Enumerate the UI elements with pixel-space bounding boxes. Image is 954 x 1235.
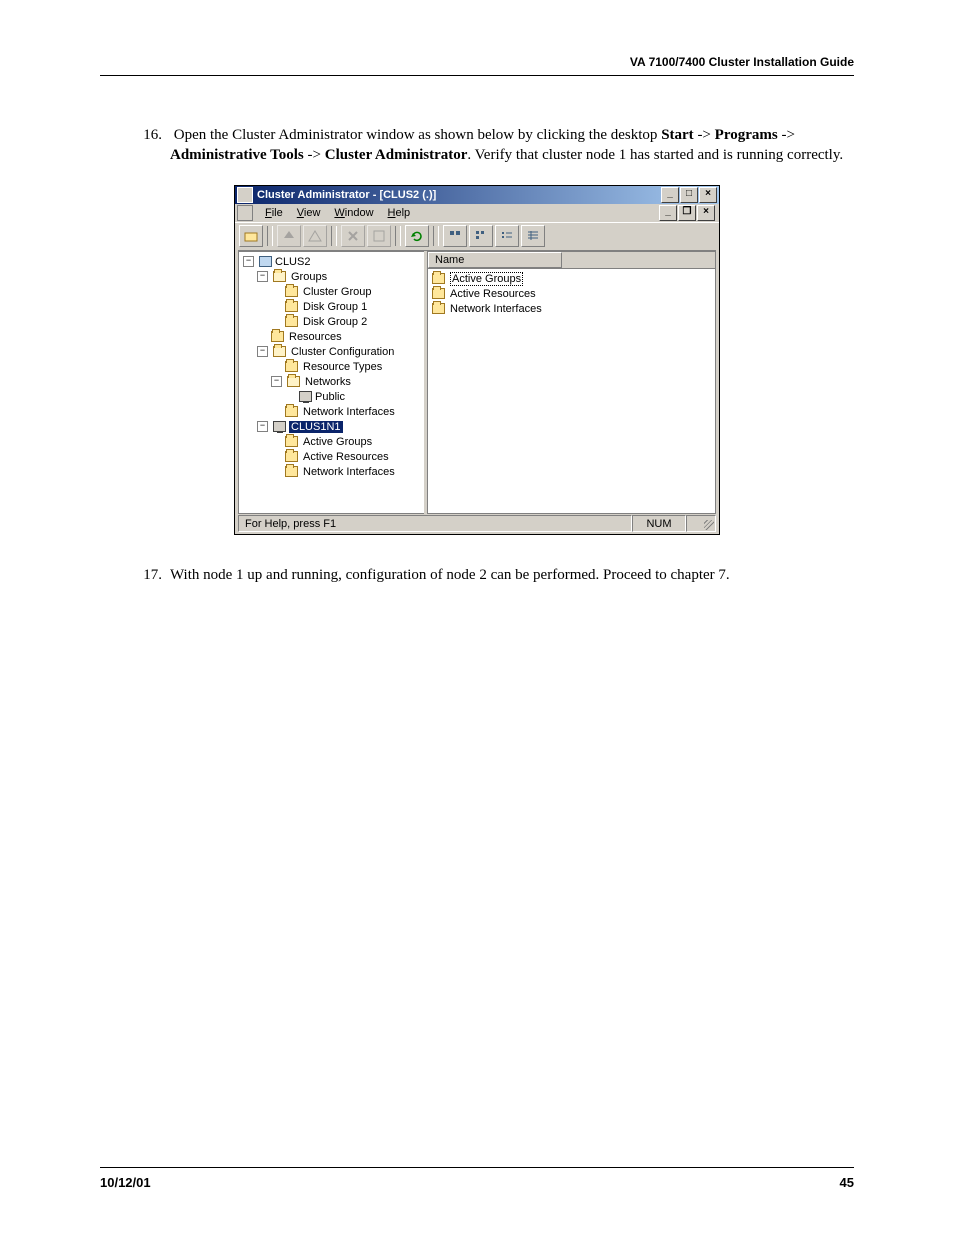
tool-small-icons-icon[interactable] <box>469 225 493 247</box>
kw-clusteradmin: Cluster Administrator <box>325 147 468 163</box>
kw-programs: Programs <box>715 127 778 143</box>
tree-disk-group-2[interactable]: Disk Group 2 <box>271 314 422 329</box>
tool-refresh-icon[interactable] <box>405 225 429 247</box>
tree-node-net-if[interactable]: Network Interfaces <box>271 464 422 479</box>
toolbar-separator <box>331 226 337 246</box>
menu-window[interactable]: Window <box>328 206 379 220</box>
folder-icon <box>285 361 298 372</box>
step-16: 16. Open the Cluster Administrator windo… <box>130 125 854 166</box>
tool-list-icon[interactable] <box>495 225 519 247</box>
col-name[interactable]: Name <box>428 252 562 268</box>
folder-open-icon <box>273 271 286 282</box>
step-number: 16. <box>130 125 162 145</box>
folder-icon <box>271 331 284 342</box>
folder-icon <box>432 273 445 284</box>
step-number: 17. <box>130 565 162 585</box>
tree-active-groups[interactable]: Active Groups <box>271 434 422 449</box>
group-icon <box>285 301 298 312</box>
tool-up-icon[interactable] <box>277 225 301 247</box>
tool-info-icon[interactable] <box>303 225 327 247</box>
mdi-close-button[interactable]: × <box>697 205 715 221</box>
footer-date: 10/12/01 <box>100 1175 151 1190</box>
footer-page: 45 <box>840 1175 854 1190</box>
tool-properties-icon[interactable] <box>367 225 391 247</box>
kw-start: Start <box>661 127 694 143</box>
tree-disk-group-1[interactable]: Disk Group 1 <box>271 299 422 314</box>
folder-icon <box>432 303 445 314</box>
maximize-button[interactable]: □ <box>680 187 698 203</box>
tree-public[interactable]: Public <box>285 389 422 404</box>
tool-open-icon[interactable] <box>239 225 263 247</box>
cluster-icon <box>259 256 272 267</box>
menubar: File View Window Help _ ❐ × <box>235 204 719 222</box>
folder-icon <box>285 466 298 477</box>
network-icon <box>299 391 312 402</box>
toolbar <box>235 222 719 249</box>
status-num: NUM <box>632 515 686 532</box>
group-icon <box>285 286 298 297</box>
mdi-icon[interactable] <box>237 205 253 221</box>
step-17-text: With node 1 up and running, configuratio… <box>170 567 730 583</box>
tree-node-clus1n1[interactable]: − CLUS1N1 <box>257 419 422 434</box>
kw-admintools: Administrative Tools <box>170 147 304 163</box>
header-rule <box>100 75 854 76</box>
folder-open-icon <box>287 376 300 387</box>
tree-net-interfaces[interactable]: Network Interfaces <box>271 404 422 419</box>
collapse-icon[interactable]: − <box>257 346 268 357</box>
close-button[interactable]: × <box>699 187 717 203</box>
tool-delete-icon[interactable] <box>341 225 365 247</box>
resize-grip-icon[interactable] <box>686 515 716 532</box>
titlebar[interactable]: Cluster Administrator - [CLUS2 (.)] _ □ … <box>235 186 719 204</box>
window-title: Cluster Administrator - [CLUS2 (.)] <box>257 189 661 201</box>
list-body: Active Groups Active Resources Network I… <box>428 269 715 513</box>
list-item[interactable]: Active Groups <box>432 271 711 286</box>
group-icon <box>285 316 298 327</box>
collapse-icon[interactable]: − <box>257 421 268 432</box>
tree-root[interactable]: − CLUS2 <box>243 254 422 269</box>
menu-file[interactable]: File <box>259 206 289 220</box>
list-item[interactable]: Active Resources <box>432 286 711 301</box>
tree-cluster-config[interactable]: − Cluster Configuration <box>257 344 422 359</box>
statusbar: For Help, press F1 NUM <box>238 515 716 532</box>
list-header[interactable]: Name <box>428 252 715 269</box>
tree-resources[interactable]: Resources <box>257 329 422 344</box>
list-item[interactable]: Network Interfaces <box>432 301 711 316</box>
step-16-text-1: Open the Cluster Administrator window as… <box>174 127 661 143</box>
mdi-restore-button[interactable]: ❐ <box>678 205 696 221</box>
folder-icon <box>432 288 445 299</box>
mdi-minimize-button[interactable]: _ <box>659 205 677 221</box>
status-text: For Help, press F1 <box>238 515 632 532</box>
tool-large-icons-icon[interactable] <box>443 225 467 247</box>
tree-cluster-group[interactable]: Cluster Group <box>271 284 422 299</box>
menu-help[interactable]: Help <box>382 206 417 220</box>
collapse-icon[interactable]: − <box>257 271 268 282</box>
cluster-admin-window: Cluster Administrator - [CLUS2 (.)] _ □ … <box>234 185 720 535</box>
tool-details-icon[interactable] <box>521 225 545 247</box>
folder-icon <box>285 436 298 447</box>
tree-active-resources[interactable]: Active Resources <box>271 449 422 464</box>
tree-networks[interactable]: − Networks <box>271 374 422 389</box>
tree-groups[interactable]: − Groups <box>257 269 422 284</box>
list-pane[interactable]: Name Active Groups Active Resources Netw… <box>427 251 716 514</box>
client-area: − CLUS2 − Groups <box>238 250 716 514</box>
menu-view[interactable]: View <box>291 206 327 220</box>
tree-resource-types[interactable]: Resource Types <box>271 359 422 374</box>
document-page: VA 7100/7400 Cluster Installation Guide … <box>0 0 954 1235</box>
running-header: VA 7100/7400 Cluster Installation Guide <box>100 55 854 69</box>
footer-rule <box>100 1167 854 1168</box>
step-16-text-2: . Verify that cluster node 1 has started… <box>467 147 843 163</box>
toolbar-separator <box>267 226 273 246</box>
minimize-button[interactable]: _ <box>661 187 679 203</box>
node-icon <box>273 421 286 432</box>
toolbar-separator <box>395 226 401 246</box>
folder-icon <box>285 451 298 462</box>
collapse-icon[interactable]: − <box>271 376 282 387</box>
folder-open-icon <box>273 346 286 357</box>
step-17: 17. With node 1 up and running, configura… <box>130 565 854 585</box>
app-icon <box>237 187 253 203</box>
collapse-icon[interactable]: − <box>243 256 254 267</box>
toolbar-separator <box>433 226 439 246</box>
folder-icon <box>285 406 298 417</box>
tree-pane[interactable]: − CLUS2 − Groups <box>238 251 424 514</box>
